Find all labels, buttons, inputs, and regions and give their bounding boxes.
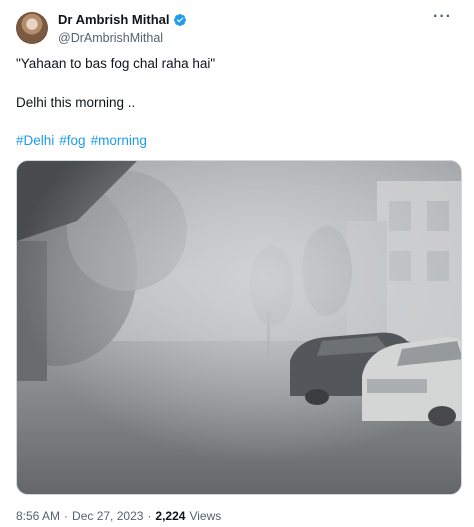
tweet-date[interactable]: Dec 27, 2023 [72,509,143,523]
tweet-text-line: Delhi this morning .. [16,95,136,110]
avatar[interactable] [16,12,48,44]
author-handle[interactable]: @DrAmbrishMithal [58,31,163,45]
meta-separator: · [64,509,69,523]
hashtag-link[interactable]: #Delhi [16,133,54,148]
verified-badge-icon [173,13,187,27]
hashtag-link[interactable]: #fog [59,133,85,148]
author-name-row: Dr Ambrish Mithal [58,12,187,27]
tweet-text-line: "Yahaan to bas fog chal raha hai" [16,56,216,71]
hashtag-list: #Delhi #fog #morning [16,133,147,148]
tweet-photo[interactable] [16,160,462,495]
tweet-card: Dr Ambrish Mithal @DrAmbrishMithal ··· "… [0,0,474,527]
hashtag-link[interactable]: #morning [91,133,147,148]
views-label: Views [189,509,222,523]
tweet-time[interactable]: 8:56 AM [16,509,60,523]
views-count: 2,224 [155,509,186,523]
fog-photo-illustration [17,161,461,494]
more-options-icon[interactable]: ··· [433,9,452,25]
meta-separator: · [147,509,152,523]
tweet-meta: 8:56 AM · Dec 27, 2023 · 2,224 Views [16,509,221,523]
author-display-name[interactable]: Dr Ambrish Mithal [58,12,169,27]
